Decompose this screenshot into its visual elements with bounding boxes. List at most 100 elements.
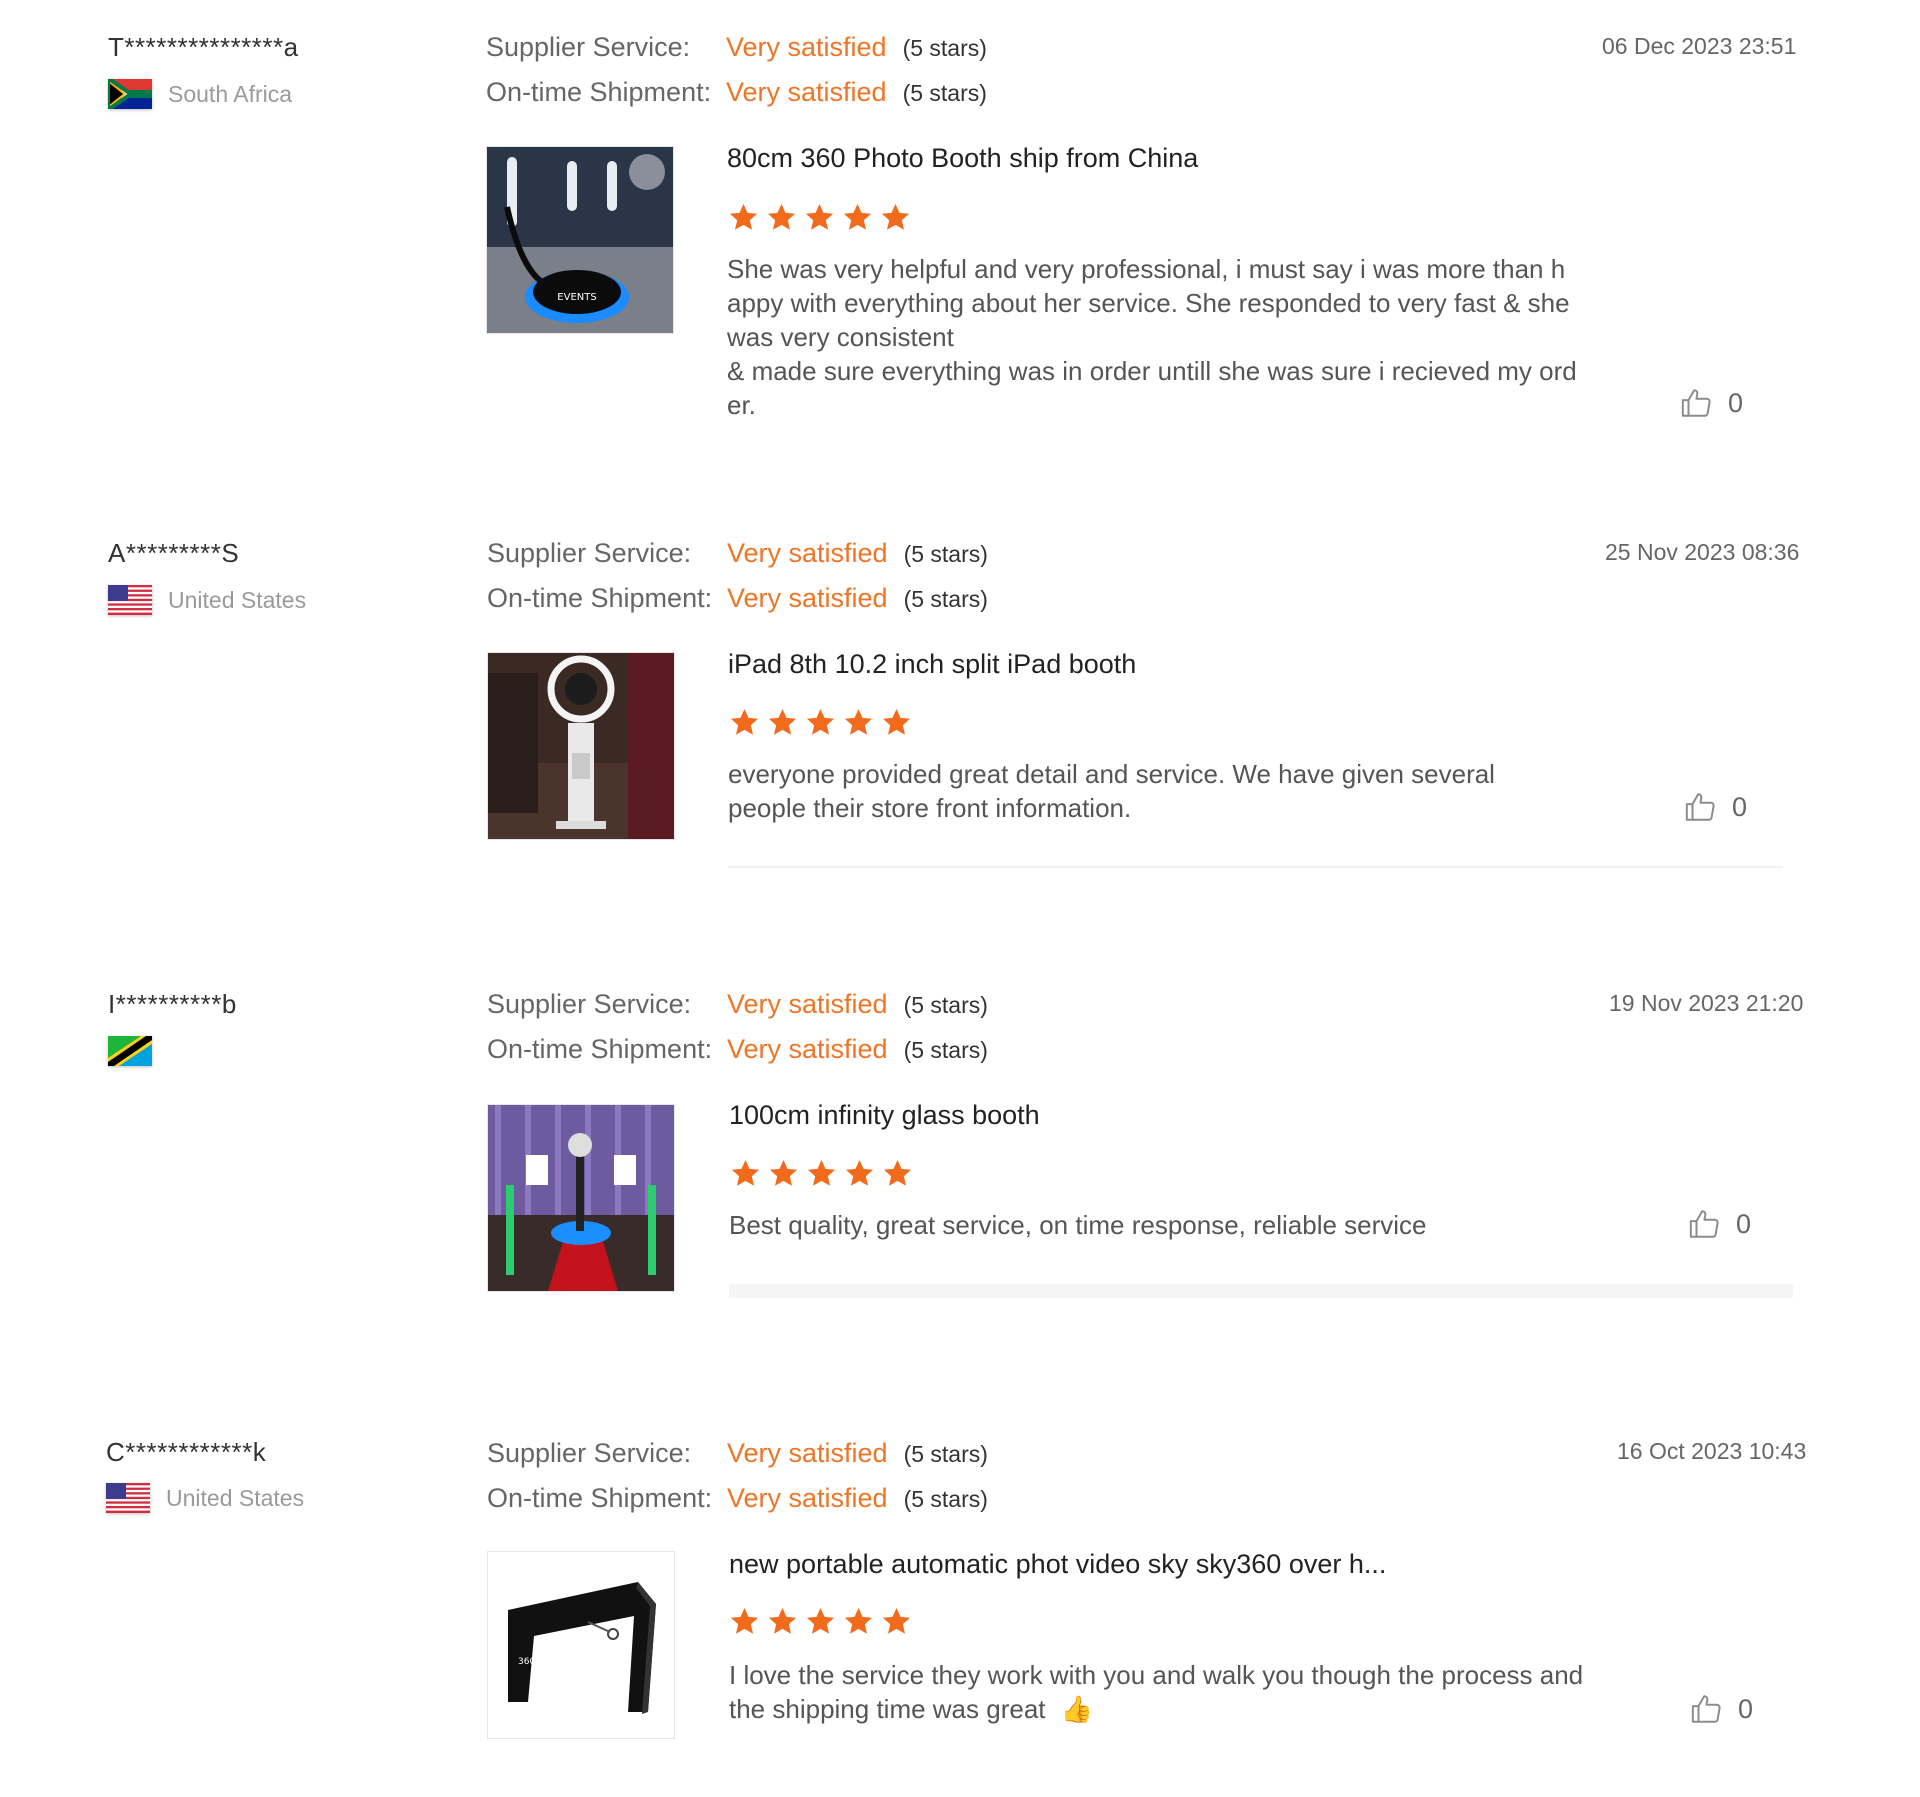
like-button[interactable]: 0 [1690,1692,1753,1726]
ontime-shipment-stars-text: (5 stars) [903,1486,988,1512]
review-divider [729,1284,1793,1298]
ontime-shipment-stars-text: (5 stars) [903,586,988,612]
ontime-shipment-value: Very satisfied [727,1034,888,1064]
country-name: South Africa [168,80,293,107]
like-count: 0 [1736,1208,1752,1239]
reviewer-name: C************k [106,1437,267,1467]
star-icon [807,1159,836,1186]
reviewer-country [108,1036,168,1066]
star-icon [882,708,911,735]
review-date: 06 Dec 2023 23:51 [1602,33,1797,59]
united-states-flag-icon [108,585,152,615]
star-icon [806,1607,835,1634]
ontime-shipment-rating: On-time Shipment: Very satisfied (5 star… [487,583,988,614]
like-button[interactable]: 0 [1680,386,1743,420]
star-icon [882,1607,911,1634]
review-star-rating [729,1606,919,1637]
like-count: 0 [1738,1693,1754,1724]
review-date: 25 Nov 2023 08:36 [1605,539,1800,565]
star-icon [805,203,834,230]
review-text: I love the service they work with you an… [729,1658,1609,1726]
like-count: 0 [1732,791,1748,822]
supplier-service-rating: Supplier Service: Very satisfied (5 star… [487,1438,988,1469]
supplier-service-label: Supplier Service: [487,538,692,568]
reviewer-name: T***************a [108,32,299,62]
thumbs-up-icon [1685,793,1715,821]
star-icon [844,1607,873,1634]
supplier-service-stars-text: (5 stars) [903,992,988,1018]
review-text: She was very helpful and very profession… [727,254,1577,420]
supplier-service-label: Supplier Service: [487,989,692,1019]
supplier-service-stars-text: (5 stars) [903,1441,988,1467]
photo-booth-360-image[interactable]: EVENTS [486,146,674,334]
portable-sky360-booth-image[interactable]: 360 [487,1551,675,1739]
ontime-shipment-label: On-time Shipment: [486,77,712,107]
star-icon [731,1159,760,1186]
thumbs-up-emoji-icon: 👍 [1060,1694,1094,1724]
reviewer-country: United States [108,585,306,615]
star-icon [883,1159,912,1186]
star-icon [730,708,759,735]
product-title[interactable]: iPad 8th 10.2 inch split iPad booth [728,649,1136,680]
review-text: Best quality, great service, on time res… [729,1210,1427,1240]
supplier-service-value: Very satisfied [727,989,888,1019]
ontime-shipment-label: On-time Shipment: [487,583,713,613]
thumbs-up-icon [1689,1210,1719,1238]
united-states-flag-icon [106,1483,150,1513]
ontime-shipment-stars-text: (5 stars) [902,80,987,106]
ontime-shipment-rating: On-time Shipment: Very satisfied (5 star… [487,1483,988,1514]
star-icon [806,708,835,735]
ontime-shipment-value: Very satisfied [726,77,887,107]
ontime-shipment-stars-text: (5 stars) [903,1037,988,1063]
infinity-glass-booth-image[interactable] [487,1104,675,1292]
review-date: 19 Nov 2023 21:20 [1609,990,1804,1016]
thumbs-up-icon [1681,389,1711,417]
star-icon [769,1159,798,1186]
supplier-service-rating: Supplier Service: Very satisfied (5 star… [487,538,988,569]
star-icon [729,203,758,230]
reviewer-name: A*********S [108,538,240,568]
supplier-service-stars-text: (5 stars) [902,35,987,61]
supplier-service-stars-text: (5 stars) [903,541,988,567]
country-name: United States [166,1484,305,1511]
ipad-booth-image[interactable] [487,652,675,840]
ontime-shipment-label: On-time Shipment: [487,1034,713,1064]
review-date: 16 Oct 2023 10:43 [1617,1438,1807,1464]
review-text-body: I love the service they work with you an… [729,1660,1584,1724]
star-icon [843,203,872,230]
reviewer-name: I**********b [108,989,237,1019]
star-icon [881,203,910,230]
svg-text:360: 360 [518,1657,535,1667]
review-star-rating [730,1158,920,1189]
product-title[interactable]: 100cm infinity glass booth [729,1100,1040,1131]
review-star-rating [729,707,919,738]
review-star-rating [728,202,918,233]
tanzania-flag-icon [108,1036,152,1066]
supplier-service-value: Very satisfied [727,538,888,568]
country-name: United States [168,586,307,613]
like-count: 0 [1728,387,1744,418]
svg-text:EVENTS: EVENTS [557,292,596,303]
star-icon [767,203,796,230]
ontime-shipment-label: On-time Shipment: [487,1483,713,1513]
star-icon [730,1607,759,1634]
supplier-service-value: Very satisfied [727,1438,888,1468]
ontime-shipment-value: Very satisfied [727,583,888,613]
product-title[interactable]: 80cm 360 Photo Booth ship from China [727,143,1198,174]
product-title[interactable]: new portable automatic phot video sky sk… [729,1549,1386,1580]
supplier-service-rating: Supplier Service: Very satisfied (5 star… [487,989,988,1020]
star-icon [768,708,797,735]
supplier-service-rating: Supplier Service: Very satisfied (5 star… [486,32,987,63]
review-text: everyone provided great detail and servi… [728,759,1495,823]
ontime-shipment-value: Very satisfied [727,1483,888,1513]
reviewer-country: United States [106,1483,304,1513]
review-divider [728,866,1783,868]
thumbs-up-icon [1691,1695,1721,1723]
supplier-service-value: Very satisfied [726,32,887,62]
like-button[interactable]: 0 [1684,790,1747,824]
star-icon [845,1159,874,1186]
ontime-shipment-rating: On-time Shipment: Very satisfied (5 star… [486,77,987,108]
like-button[interactable]: 0 [1688,1207,1751,1241]
supplier-service-label: Supplier Service: [486,32,691,62]
south-africa-flag-icon [106,74,154,114]
